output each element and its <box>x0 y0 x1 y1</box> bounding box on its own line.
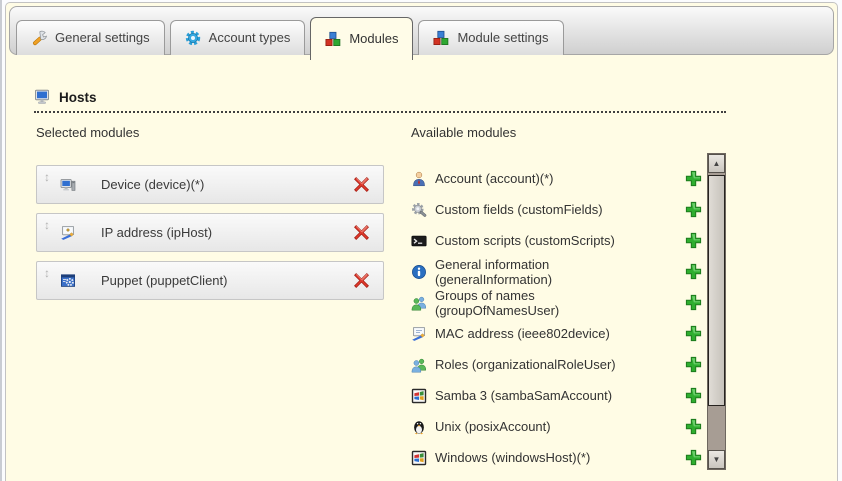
available-modules-heading: Available modules <box>411 125 726 140</box>
remove-module-button[interactable] <box>353 272 370 289</box>
scroll-down-button[interactable]: ▼ <box>708 450 725 469</box>
available-modules-list: Account (account)(*) Custom fields (cust… <box>411 155 702 473</box>
monitor-icon <box>34 89 50 105</box>
available-modules-scrollbar[interactable]: ▲ ▼ <box>707 153 726 470</box>
available-modules-column: Available modules Account (account)(*) C… <box>411 125 726 140</box>
gear-icon <box>185 30 201 46</box>
scroll-down-icon: ▼ <box>709 451 724 468</box>
tab-bar: General settings Account types Modules M… <box>9 6 834 55</box>
page-edge <box>0 0 2 481</box>
module-label: Unix (posixAccount) <box>435 419 650 434</box>
module-label: General information (generalInformation) <box>435 257 650 287</box>
custom-scripts-icon <box>411 233 427 249</box>
tab-list: General settings Account types Modules M… <box>16 8 564 55</box>
drag-handle[interactable]: ↕ <box>44 265 50 280</box>
available-module-windows-windowshost: Windows (windowsHost)(*) <box>411 442 702 473</box>
available-module-account-account: Account (account)(*) <box>411 163 702 194</box>
scroll-up-icon: ▲ <box>709 155 724 172</box>
module-label: Groups of names (groupOfNamesUser) <box>435 288 650 318</box>
mac-address-icon <box>411 326 427 342</box>
scrollbar-thumb[interactable] <box>708 175 725 406</box>
device-icon <box>60 177 76 193</box>
section-title: Hosts <box>59 90 97 105</box>
remove-module-button[interactable] <box>353 224 370 241</box>
roles-icon <box>411 357 427 373</box>
drag-arrows-icon: ↕ <box>44 266 50 280</box>
available-module-general-information-generalinformation: General information (generalInformation) <box>411 256 702 287</box>
selected-modules-column: Selected modules ↕ Device (device)(*) ↕ … <box>36 125 384 309</box>
unix-icon <box>411 419 427 435</box>
available-module-custom-fields-customfields: Custom fields (customFields) <box>411 194 702 225</box>
group-icon <box>411 295 427 311</box>
available-module-roles-organizationalroleuser: Roles (organizationalRoleUser) <box>411 349 702 380</box>
selected-module-puppet-puppetclient: ↕ Puppet (puppetClient) <box>36 261 384 300</box>
add-module-button[interactable] <box>685 170 702 187</box>
add-module-button[interactable] <box>685 263 702 280</box>
tab-label: Module settings <box>457 30 548 46</box>
config-panel: General settings Account types Modules M… <box>5 2 838 481</box>
scroll-up-button[interactable]: ▲ <box>708 154 725 173</box>
module-label: Samba 3 (sambaSamAccount) <box>435 388 650 403</box>
drag-handle[interactable]: ↕ <box>44 169 50 184</box>
custom-fields-icon <box>411 202 427 218</box>
ip-address-icon <box>60 225 76 241</box>
section-header: Hosts <box>34 89 726 113</box>
modules-icon <box>325 31 341 47</box>
available-module-unix-posixaccount: Unix (posixAccount) <box>411 411 702 442</box>
module-label: Puppet (puppetClient) <box>101 273 353 288</box>
add-module-button[interactable] <box>685 201 702 218</box>
module-label: Roles (organizationalRoleUser) <box>435 357 650 372</box>
tab-account-types[interactable]: Account types <box>170 20 306 55</box>
add-module-button[interactable] <box>685 232 702 249</box>
module-label: Windows (windowsHost)(*) <box>435 450 650 465</box>
wrench-icon <box>31 30 47 46</box>
module-label: IP address (ipHost) <box>101 225 353 240</box>
available-module-custom-scripts-customscripts: Custom scripts (customScripts) <box>411 225 702 256</box>
available-module-samba-3-sambasamaccount: Samba 3 (sambaSamAccount) <box>411 380 702 411</box>
drag-handle[interactable]: ↕ <box>44 217 50 232</box>
tab-label: General settings <box>55 30 150 46</box>
module-label: Device (device)(*) <box>101 177 353 192</box>
selected-module-ip-address-iphost: ↕ IP address (ipHost) <box>36 213 384 252</box>
windows-icon <box>411 450 427 466</box>
puppet-icon <box>60 273 76 289</box>
add-module-button[interactable] <box>685 325 702 342</box>
add-module-button[interactable] <box>685 387 702 404</box>
selected-modules-heading: Selected modules <box>36 125 384 140</box>
tab-label: Account types <box>209 30 291 46</box>
drag-arrows-icon: ↕ <box>44 170 50 184</box>
drag-arrows-icon: ↕ <box>44 218 50 232</box>
available-module-groups-of-names-groupofnamesuser: Groups of names (groupOfNamesUser) <box>411 287 702 318</box>
module-label: Custom fields (customFields) <box>435 202 650 217</box>
selected-module-device-device: ↕ Device (device)(*) <box>36 165 384 204</box>
module-label: Custom scripts (customScripts) <box>435 233 650 248</box>
modules-icon <box>433 30 449 46</box>
remove-module-button[interactable] <box>353 176 370 193</box>
info-icon <box>411 264 427 280</box>
samba-icon <box>411 388 427 404</box>
available-module-mac-address-ieee802device: MAC address (ieee802device) <box>411 318 702 349</box>
tab-label: Modules <box>349 31 398 47</box>
add-module-button[interactable] <box>685 418 702 435</box>
add-module-button[interactable] <box>685 449 702 466</box>
module-label: Account (account)(*) <box>435 171 650 186</box>
add-module-button[interactable] <box>685 294 702 311</box>
tab-modules[interactable]: Modules <box>310 17 413 60</box>
tab-general-settings[interactable]: General settings <box>16 20 165 55</box>
account-icon <box>411 171 427 187</box>
add-module-button[interactable] <box>685 356 702 373</box>
tab-module-settings[interactable]: Module settings <box>418 20 563 55</box>
module-label: MAC address (ieee802device) <box>435 326 650 341</box>
